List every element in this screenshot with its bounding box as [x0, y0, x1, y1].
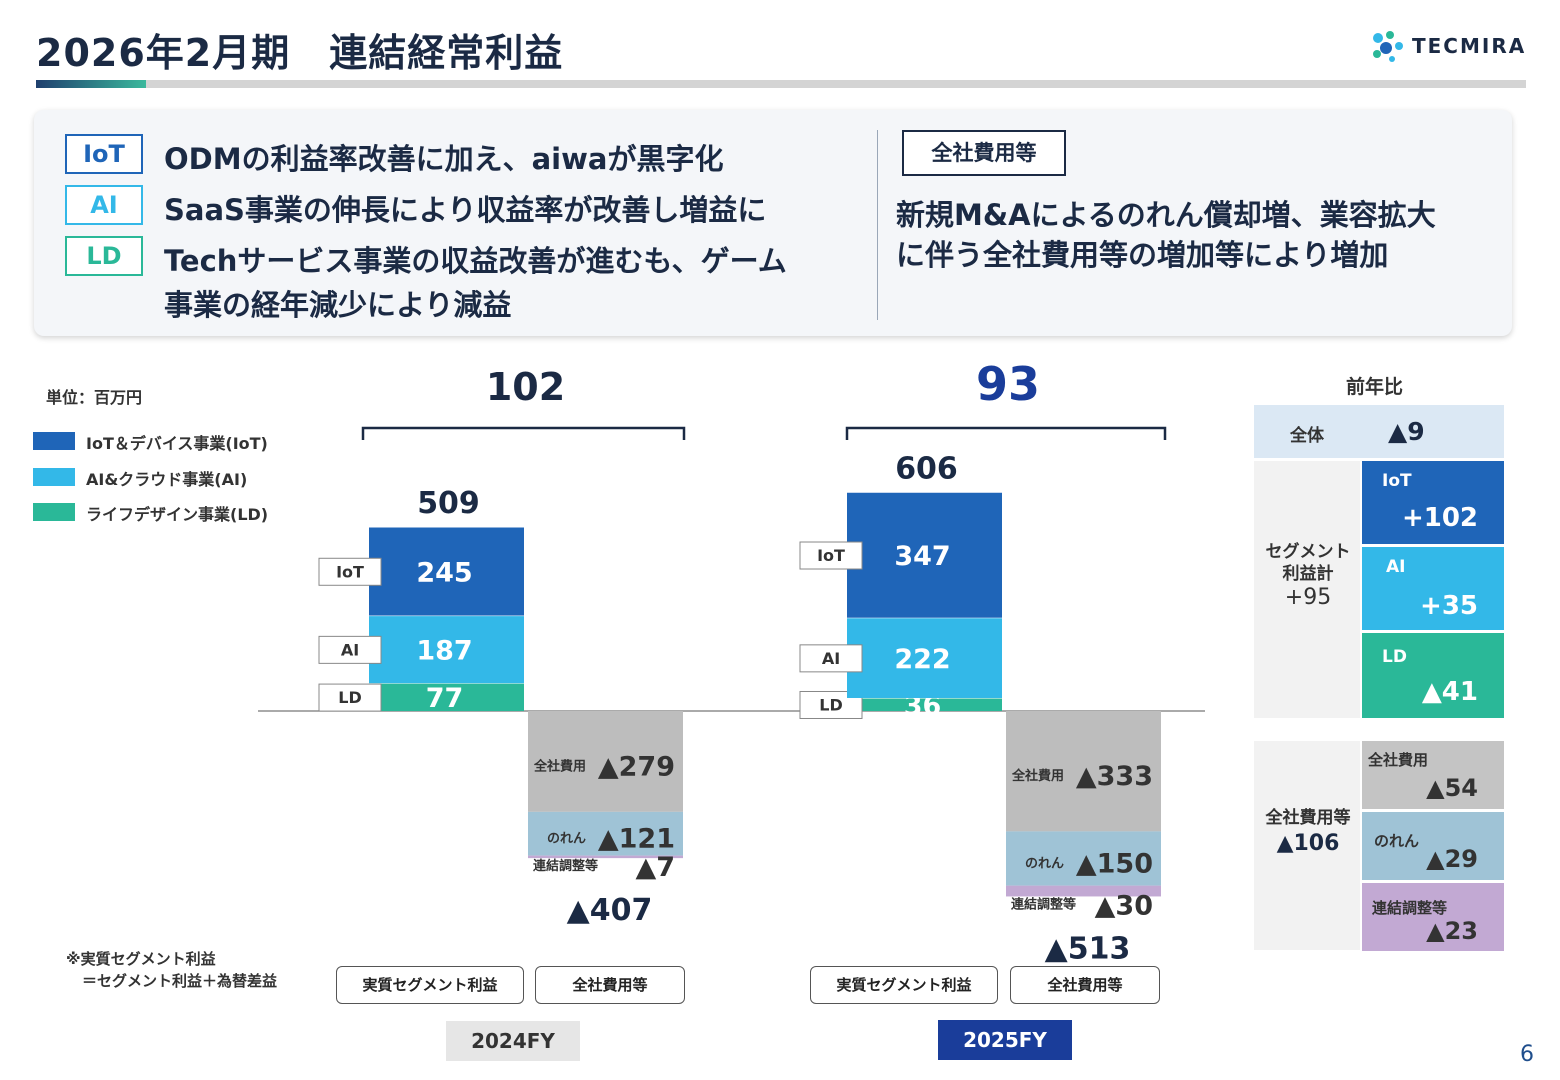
- fy2025-segment-profit-button[interactable]: 実質セグメント利益: [810, 966, 998, 1004]
- 2024fy-tag-ld: LD: [338, 688, 361, 707]
- 2024fy-value-ai: 187: [416, 635, 472, 666]
- fy2025-label: 2025FY: [938, 1020, 1072, 1060]
- 2025fy-cost-label-1: のれん: [1025, 856, 1064, 871]
- 2024fy-tag-iot: IoT: [336, 562, 364, 581]
- 2024fy-bracket: [361, 426, 686, 440]
- corporate-total-cell: 全社費用等 ▲106: [1254, 741, 1360, 950]
- corp-cost-diff-label: 全社費用: [1368, 751, 1429, 769]
- iot-diff-value: +102: [1401, 503, 1478, 533]
- fy2025-corporate-cost-button[interactable]: 全社費用等: [1010, 966, 1160, 1004]
- 2025fy-tag-ai: AI: [822, 649, 840, 668]
- segment-total-cell: セグメント 利益計 +95: [1254, 461, 1360, 718]
- iot-diff-cell: IoT +102: [1362, 461, 1504, 544]
- fy2024-label: 2024FY: [446, 1021, 580, 1061]
- page-number: 6: [1520, 1042, 1534, 1067]
- fy2024-segment-profit-button[interactable]: 実質セグメント利益: [336, 966, 524, 1004]
- fy2024-corporate-cost-button[interactable]: 全社費用等: [535, 966, 685, 1004]
- corp-cost-diff-value: ▲54: [1426, 774, 1478, 802]
- goodwill-diff-value: ▲29: [1426, 845, 1478, 873]
- 2025fy-tag-ld: LD: [819, 695, 842, 714]
- 2025fy-bracket: [845, 426, 1167, 440]
- 2025fy-cost-label-0: 全社費用: [1011, 768, 1064, 784]
- goodwill-diff-label: のれん: [1374, 832, 1420, 850]
- 2024fy-value-ld: 77: [426, 683, 464, 714]
- 2025fy-value-ai: 222: [894, 644, 950, 675]
- 2024fy-cost-label-2: 連結調整等: [533, 858, 598, 874]
- 2024fy-cost-label-0: 全社費用: [533, 758, 586, 774]
- overall-label: 全体: [1290, 426, 1324, 446]
- ai-diff-label: AI: [1386, 557, 1406, 577]
- overall-value: ▲9: [1388, 417, 1425, 446]
- ld-diff-value: ▲41: [1421, 677, 1478, 707]
- comparison-title: 前年比: [1346, 376, 1404, 398]
- 2024fy-segment-total: 509: [417, 486, 480, 521]
- ai-diff-cell: AI +35: [1362, 547, 1504, 630]
- segment-total-value: +95: [1284, 585, 1332, 610]
- 2025fy-cost-value-2: ▲30: [1095, 890, 1153, 921]
- 2024fy-cost-total: ▲407: [567, 893, 653, 928]
- brand-name: TECMIRA: [1412, 34, 1527, 58]
- corp-cost-diff-cell: 全社費用 ▲54: [1362, 741, 1504, 809]
- 2024fy-cost-value-0: ▲279: [598, 751, 675, 782]
- corporate-total-value: ▲106: [1276, 831, 1340, 856]
- logo-mark-icon: [1373, 31, 1403, 62]
- 2024fy-cost-value-1: ▲121: [598, 824, 675, 855]
- 2025fy-tag-iot: IoT: [817, 546, 845, 565]
- 2025fy-cost-label-2: 連結調整等: [1011, 896, 1076, 912]
- 2024fy-cost-value-2: ▲7: [635, 852, 675, 883]
- 2025fy-ordinary-profit-total: 93: [976, 357, 1040, 411]
- corporate-total-label: 全社費用等: [1265, 808, 1351, 828]
- 2025fy-segment-total: 606: [895, 451, 958, 486]
- waterfall-chart: 77LD187AI245IoT509全社費用 ▲279のれん ▲121連結調整等 ▲7…: [258, 357, 1205, 966]
- iot-diff-label: IoT: [1382, 471, 1412, 491]
- 2024fy-value-iot: 245: [416, 557, 472, 588]
- brand-logo: TECMIRA: [1368, 28, 1528, 64]
- 2024fy-cost-label-1: のれん: [547, 832, 586, 847]
- 2025fy-cost-value-0: ▲333: [1076, 761, 1153, 792]
- ld-diff-label: LD: [1382, 647, 1407, 667]
- segment-total-label-2: 利益計: [1282, 564, 1334, 584]
- 2025fy-cost-value-1: ▲150: [1076, 848, 1153, 879]
- adjustment-diff-value: ▲23: [1426, 917, 1478, 945]
- ai-diff-value: +35: [1420, 591, 1478, 621]
- 2025fy-value-iot: 347: [894, 541, 950, 572]
- adjustment-diff-cell: 連結調整等 ▲23: [1362, 883, 1504, 951]
- 2024fy-tag-ai: AI: [341, 640, 359, 659]
- ld-diff-cell: LD ▲41: [1362, 633, 1504, 718]
- goodwill-diff-cell: のれん ▲29: [1362, 812, 1504, 880]
- 2024fy-ordinary-profit-total: 102: [486, 365, 565, 409]
- overall-row: 全体 ▲9: [1254, 405, 1504, 458]
- 2025fy-cost-total: ▲513: [1045, 931, 1131, 966]
- adjustment-diff-label: 連結調整等: [1372, 899, 1448, 917]
